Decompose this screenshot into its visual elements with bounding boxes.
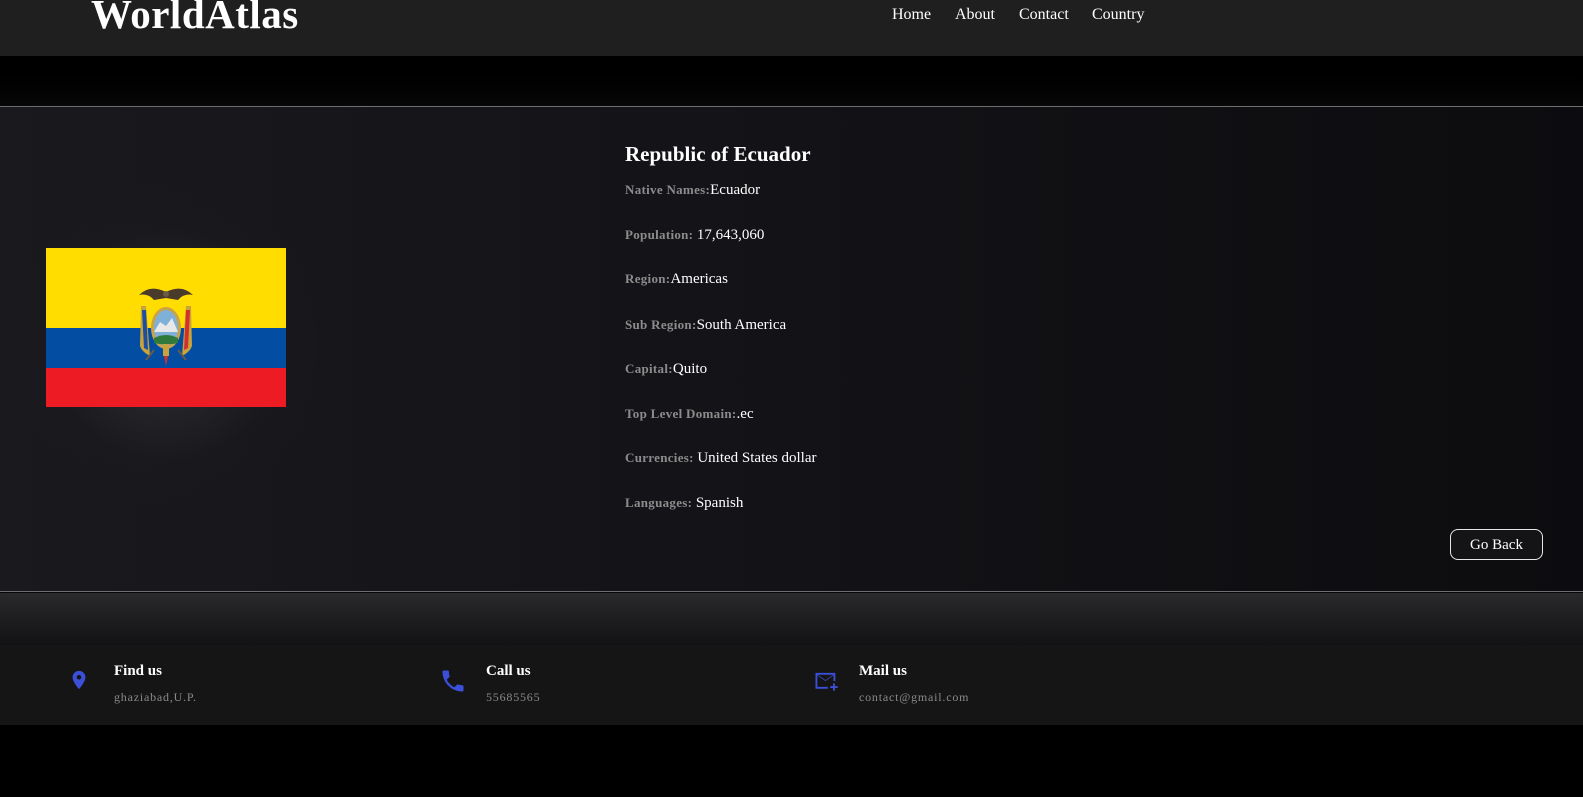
site-logo[interactable]: WorldAtlas (91, 0, 299, 36)
detail-native-names: Native Names:Ecuador (625, 181, 760, 200)
go-back-button[interactable]: Go Back (1450, 529, 1543, 560)
detail-region: Region:Americas (625, 270, 728, 289)
phone-icon (442, 670, 464, 692)
detail-capital: Capital:Quito (625, 360, 707, 379)
detail-label: Population: (625, 227, 697, 242)
footer-email[interactable]: contact@gmail.com (859, 690, 969, 705)
detail-value: Spanish (695, 495, 744, 511)
detail-label: Region: (625, 271, 671, 286)
footer-address: ghaziabad,U.P. (114, 690, 197, 704)
detail-label: Native Names: (625, 182, 711, 197)
nav-about[interactable]: About (955, 6, 995, 24)
nav-country[interactable]: Country (1092, 6, 1144, 24)
detail-value: South America (696, 317, 787, 333)
footer-title: Call us (486, 663, 531, 679)
nav-contact[interactable]: Contact (1019, 6, 1069, 24)
ecuador-flag (46, 248, 286, 407)
detail-label: Capital: (625, 361, 673, 376)
detail-currencies: Currencies: United States dollar (625, 449, 816, 468)
detail-label: Languages: (625, 495, 696, 510)
detail-value: Ecuador (710, 182, 761, 198)
nav-home[interactable]: Home (892, 6, 931, 24)
detail-label: Sub Region: (625, 317, 697, 332)
country-title: Republic of Ecuador (625, 142, 811, 166)
site-header: WorldAtlas Home About Contact Country (0, 0, 1583, 56)
detail-value: Quito (672, 361, 708, 377)
location-pin-icon (72, 670, 86, 690)
detail-population: Population: 17,643,060 (625, 226, 764, 245)
detail-value: 17,643,060 (696, 227, 765, 243)
footer-title: Mail us (859, 663, 907, 679)
section-divider (0, 593, 1583, 645)
mail-icon (815, 672, 838, 691)
detail-label: Top Level Domain: (625, 406, 737, 421)
footer-phone[interactable]: 55685565 (486, 690, 540, 705)
detail-value: Americas (670, 271, 728, 287)
detail-value: United States dollar (697, 450, 817, 466)
detail-value: .ec (736, 406, 754, 422)
site-footer: Find us ghaziabad,U.P. Call us 55685565 … (0, 645, 1583, 725)
detail-top-level-domain: Top Level Domain:.ec (625, 405, 754, 424)
footer-title: Find us (114, 663, 162, 679)
detail-languages: Languages: Spanish (625, 494, 743, 513)
detail-label: Currencies: (625, 450, 698, 465)
detail-sub-region: Sub Region:South America (625, 316, 786, 335)
